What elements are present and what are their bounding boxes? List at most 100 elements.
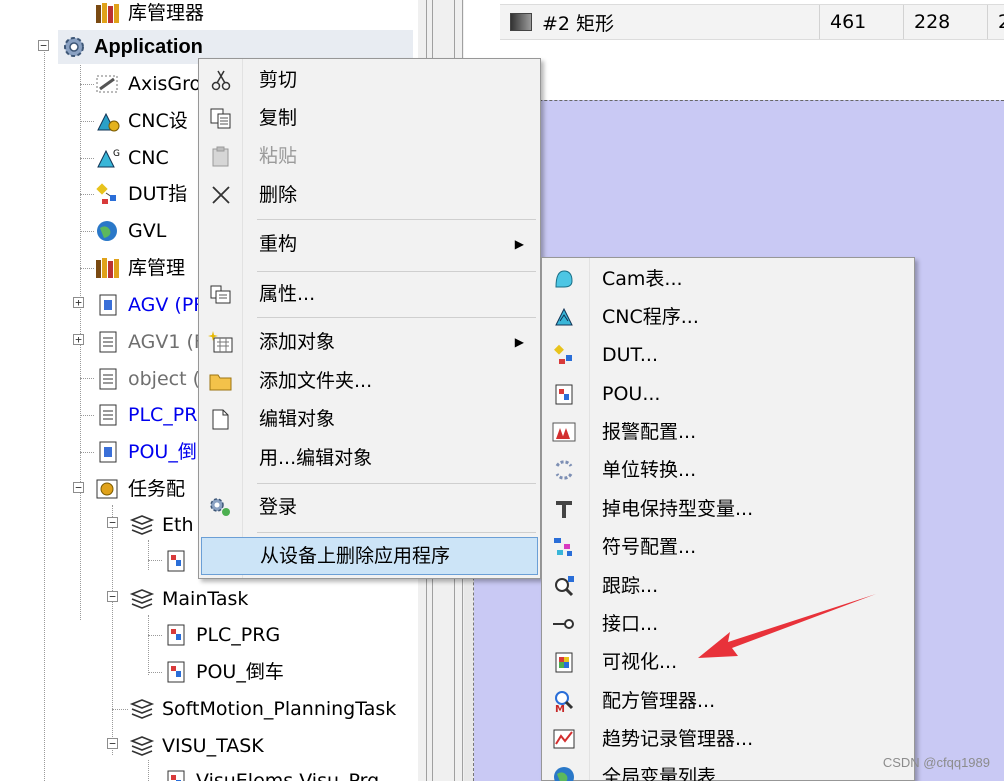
tree-item-plc-prg[interactable]: PLC_PRG	[92, 398, 212, 432]
tree-item-object[interactable]: object (	[92, 362, 200, 396]
pou-call-icon	[160, 767, 192, 781]
paste-icon	[201, 137, 241, 175]
tree-item-plc-prg-call[interactable]: PLC_PRG	[160, 618, 280, 652]
unit-conversion-icon	[544, 451, 584, 489]
tree-item-maintask[interactable]: MainTask	[126, 582, 248, 616]
cnc-settings-icon	[92, 107, 124, 135]
menu-item-add-folder[interactable]: 添加文件夹...	[201, 362, 538, 400]
element-list: #2 矩形 461 228 2	[464, 0, 1004, 100]
menu-item-add-object[interactable]: 添加对象 ▶	[201, 323, 538, 361]
collapse-toggle-eth[interactable]: −	[107, 517, 118, 528]
submenu-item-alarm-config[interactable]: 报警配置...	[544, 413, 912, 451]
pou-call-icon	[160, 658, 192, 686]
recipe-manager-icon: M	[544, 682, 584, 720]
menu-separator	[257, 532, 536, 533]
task-icon	[126, 511, 158, 539]
tree-item-agv[interactable]: AGV (PR	[92, 288, 207, 322]
tree-item-label: AxisGro	[128, 73, 202, 95]
menu-item-delete[interactable]: 删除	[201, 176, 538, 214]
folder-icon	[201, 362, 241, 400]
alarm-config-icon	[544, 413, 584, 451]
menu-item-edit-object-with[interactable]: 用...编辑对象	[201, 439, 538, 477]
pou-icon	[544, 375, 584, 413]
tree-item-cnc-settings[interactable]: CNC设	[92, 104, 188, 138]
tree-item-label: 库管理器	[128, 2, 205, 24]
tree-item-agv1[interactable]: AGV1 (F	[92, 325, 205, 359]
task-icon	[126, 732, 158, 760]
tree-connector	[44, 40, 45, 781]
submenu-item-symbol-config[interactable]: 符号配置...	[544, 528, 912, 566]
element-x-cell: 461	[820, 5, 904, 39]
submenu-item-recipe-manager[interactable]: M 配方管理器...	[544, 682, 912, 720]
expand-toggle-agv[interactable]: +	[73, 297, 84, 308]
trace-icon	[544, 567, 584, 605]
pou-icon	[92, 291, 124, 319]
table-row[interactable]: #2 矩形 461 228 2	[500, 4, 1004, 40]
annotation-arrow-icon	[698, 594, 876, 658]
menu-item-copy[interactable]: 复制	[201, 99, 538, 137]
tree-item-label: AGV1 (F	[128, 331, 205, 353]
context-menu[interactable]: 剪切 复制 粘贴 删除 重构 ▶ 属性... 添加对象 ▶ 添加文件夹... 编…	[198, 58, 541, 579]
tree-item-library-manager-top[interactable]: 库管理器	[92, 0, 204, 30]
scissors-icon	[201, 61, 241, 99]
persistent-vars-icon	[544, 490, 584, 528]
document-icon	[92, 365, 124, 393]
menu-item-properties[interactable]: 属性...	[201, 275, 538, 313]
submenu-item-trend-manager[interactable]: 趋势记录管理器...	[544, 720, 912, 758]
element-w-cell: 2	[988, 5, 1004, 39]
task-icon	[126, 585, 158, 613]
menu-item-remove-app-from-device[interactable]: 从设备上删除应用程序	[201, 537, 538, 575]
tree-connector	[112, 505, 113, 755]
tree-item-axis-group[interactable]: AxisGro	[92, 67, 201, 101]
tree-item-label: CNC	[128, 147, 169, 169]
interface-icon	[544, 605, 584, 643]
tree-item-pou-reverse[interactable]: POU_倒	[92, 435, 197, 469]
tree-item-dut[interactable]: DUT指	[92, 177, 187, 211]
task-icon	[126, 695, 158, 723]
library-manager-icon	[92, 0, 124, 27]
tree-item-pou-reverse-call[interactable]: POU_倒车	[160, 655, 284, 689]
tree-connector	[148, 540, 149, 570]
tree-item-label: VISU_TASK	[162, 735, 264, 757]
axis-group-icon	[92, 70, 124, 98]
menu-item-edit-object[interactable]: 编辑对象	[201, 400, 538, 438]
submenu-item-unit-conversion[interactable]: 单位转换...	[544, 451, 912, 489]
submenu-item-persistent-vars[interactable]: 掉电保持型变量...	[544, 490, 912, 528]
svg-text:G: G	[113, 149, 120, 159]
tree-item-label: PLC_PRG	[196, 624, 281, 646]
tree-item-visu-prg-call[interactable]: VisuElems.Visu_Prg	[160, 764, 379, 781]
add-object-submenu[interactable]: Cam表... CNC程序... DUT... POU... 报警配置... 单…	[541, 257, 915, 781]
collapse-toggle-task-config[interactable]: −	[73, 482, 84, 493]
menu-separator	[257, 317, 536, 318]
watermark: CSDN @cfqq1989	[882, 755, 990, 770]
submenu-item-dut[interactable]: DUT...	[544, 336, 912, 374]
submenu-item-cam-table[interactable]: Cam表...	[544, 260, 912, 298]
tree-item-cnc[interactable]: G CNC	[92, 141, 169, 175]
element-y-cell: 228	[904, 5, 988, 39]
collapse-toggle-application[interactable]: −	[38, 40, 49, 51]
expand-toggle-agv1[interactable]: +	[73, 334, 84, 345]
submenu-item-cnc-program[interactable]: CNC程序...	[544, 298, 912, 336]
tree-item-softmotion-task[interactable]: SoftMotion_PlanningTask	[126, 692, 396, 726]
collapse-toggle-visu-task[interactable]: −	[107, 738, 118, 749]
menu-item-cut[interactable]: 剪切	[201, 61, 538, 99]
pou-call-icon	[160, 547, 192, 575]
submenu-arrow-icon: ▶	[514, 335, 524, 349]
submenu-item-pou[interactable]: POU...	[544, 375, 912, 413]
menu-item-refactor[interactable]: 重构 ▶	[201, 225, 538, 263]
menu-item-paste[interactable]: 粘贴	[201, 137, 538, 175]
add-object-icon	[201, 323, 241, 361]
tree-item-label: MainTask	[162, 588, 249, 610]
tree-item-label: VisuElems.Visu_Prg	[196, 770, 380, 781]
tree-item-library-manager[interactable]: 库管理	[92, 251, 185, 285]
tree-item-eth-task[interactable]: Eth	[126, 508, 194, 542]
tree-item-task-config[interactable]: 任务配	[92, 472, 185, 506]
menu-item-login[interactable]: 登录	[201, 488, 538, 526]
tree-item-eth-call[interactable]	[160, 544, 196, 578]
tree-item-visu-task[interactable]: VISU_TASK	[126, 729, 264, 763]
submenu-item-global-var-list[interactable]: 全局变量列表	[544, 758, 912, 781]
trend-manager-icon	[544, 720, 584, 758]
tree-item-gvl[interactable]: GVL	[92, 214, 166, 248]
collapse-toggle-maintask[interactable]: −	[107, 591, 118, 602]
rectangle-swatch-icon	[510, 13, 532, 31]
